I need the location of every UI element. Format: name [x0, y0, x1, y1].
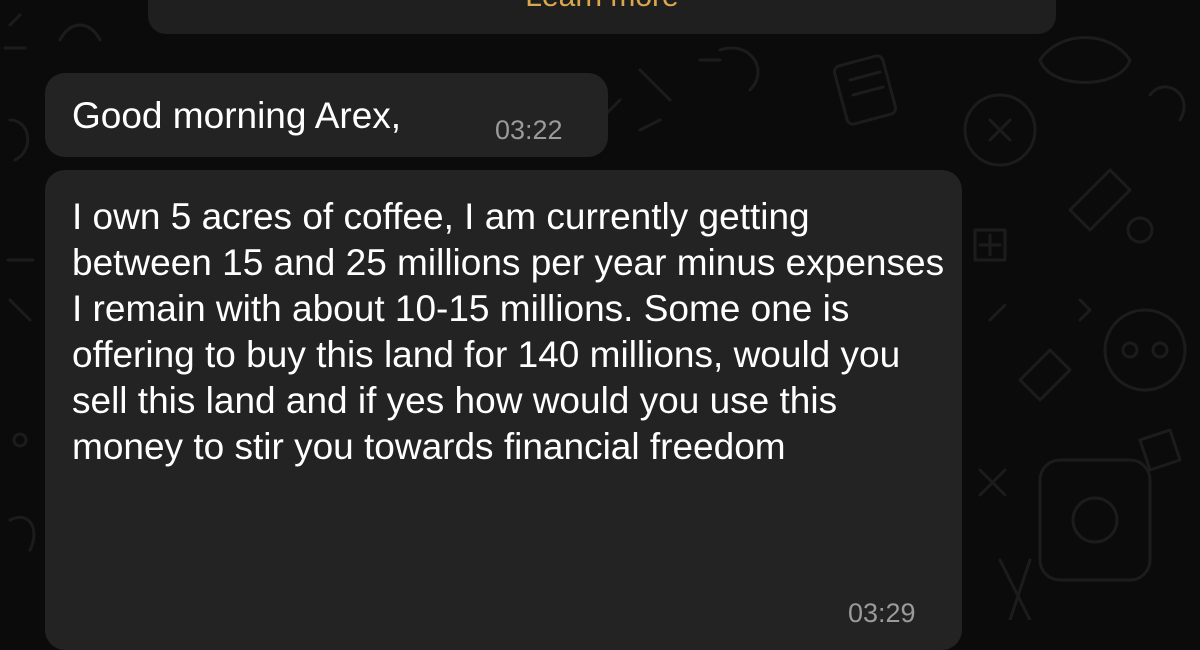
message-text: I own 5 acres of coffee, I am currently …: [72, 196, 955, 467]
message-timestamp: 03:29: [848, 598, 916, 628]
incoming-message-bubble[interactable]: I own 5 acres of coffee, I am currently …: [45, 170, 962, 650]
system-info-banner: Learn more: [148, 0, 1056, 34]
message-timestamp: 03:22: [495, 115, 563, 145]
message-text: Good morning Arex,: [72, 95, 402, 136]
incoming-message-bubble[interactable]: Good morning Arex, 03:22: [45, 73, 608, 157]
learn-more-link[interactable]: Learn more: [148, 0, 1056, 12]
